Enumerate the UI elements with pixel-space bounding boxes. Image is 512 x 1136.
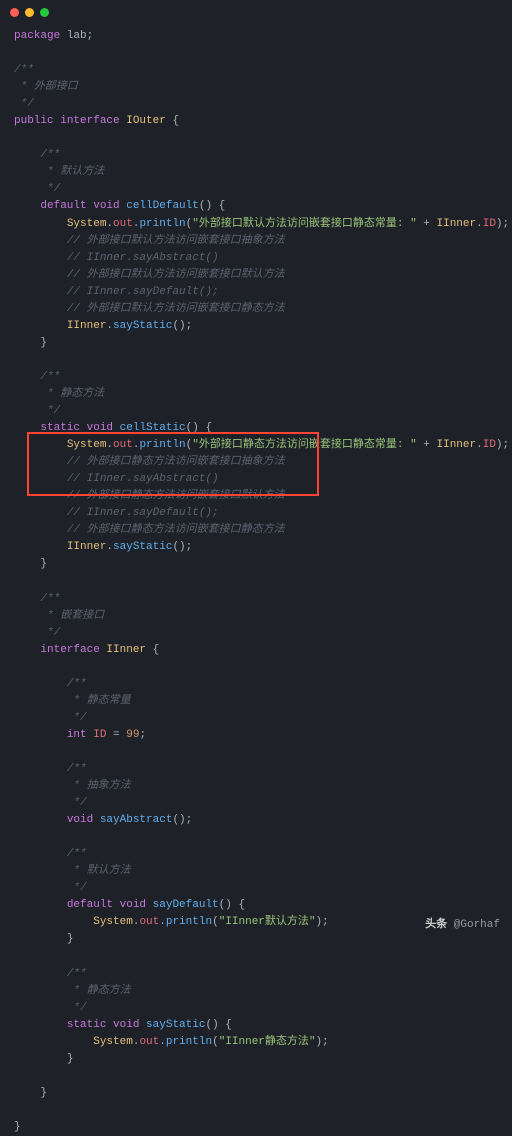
- code-token: IInner: [67, 320, 107, 332]
- code-comment: * 静态方法: [67, 985, 131, 997]
- code-token: static: [67, 1019, 113, 1031]
- code-token: System: [67, 439, 107, 451]
- code-comment: // IInner.sayDefault();: [67, 507, 219, 519]
- code-token: void: [93, 200, 126, 212]
- code-comment: // 外部接口静态方法访问嵌套接口抽象方法: [67, 456, 285, 468]
- code-comment: // 外部接口默认方法访问嵌套接口抽象方法: [67, 235, 285, 247]
- code-token: int: [67, 729, 93, 741]
- code-comment: * 默认方法: [40, 166, 104, 178]
- code-token: interface: [40, 644, 106, 656]
- code-comment: */: [67, 797, 87, 809]
- code-token: ;: [87, 30, 94, 42]
- code-token: public: [14, 115, 60, 127]
- code-token: }: [40, 558, 47, 570]
- code-comment: */: [40, 405, 60, 417]
- code-token: default: [40, 200, 93, 212]
- code-comment: /**: [40, 371, 60, 383]
- code-comment: */: [14, 98, 34, 110]
- code-token: void: [67, 814, 100, 826]
- code-token: IInner: [67, 541, 107, 553]
- code-comment: /**: [40, 149, 60, 161]
- code-token: }: [40, 1087, 47, 1099]
- watermark: 头条 @Gorhaf: [425, 917, 500, 934]
- watermark-prefix: 头条: [425, 919, 454, 931]
- code-token: interface: [60, 115, 126, 127]
- code-comment: // 外部接口静态方法访问嵌套接口静态方法: [67, 524, 285, 536]
- code-comment: /**: [40, 593, 60, 605]
- code-comment: * 外部接口: [14, 81, 78, 93]
- code-token: default: [67, 899, 120, 911]
- code-token: IOuter: [126, 115, 166, 127]
- code-comment: // IInner.sayAbstract(): [67, 473, 219, 485]
- code-comment: /**: [67, 968, 87, 980]
- code-area[interactable]: package lab; /** * 外部接口 */ public interf…: [0, 24, 512, 1136]
- code-comment: * 抽象方法: [67, 780, 131, 792]
- code-token: {: [166, 115, 179, 127]
- code-comment: */: [67, 712, 87, 724]
- code-token: }: [67, 933, 74, 945]
- code-comment: * 静态方法: [40, 388, 104, 400]
- editor-window: package lab; /** * 外部接口 */ public interf…: [0, 0, 512, 940]
- code-comment: * 静态常量: [67, 695, 131, 707]
- code-token: lab: [60, 30, 86, 42]
- code-comment: */: [40, 627, 60, 639]
- code-comment: // 外部接口默认方法访问嵌套接口默认方法: [67, 269, 285, 281]
- code-comment: /**: [67, 763, 87, 775]
- code-comment: /**: [14, 64, 34, 76]
- code-comment: /**: [67, 848, 87, 860]
- code-comment: // 外部接口静态方法访问嵌套接口默认方法: [67, 490, 285, 502]
- code-token: }: [67, 1053, 74, 1065]
- code-comment: // IInner.sayDefault();: [67, 286, 219, 298]
- code-comment: * 默认方法: [67, 865, 131, 877]
- code-comment: * 嵌套接口: [40, 610, 104, 622]
- code-token: cellDefault: [126, 200, 199, 212]
- code-token: System: [67, 218, 107, 230]
- code-token: static: [40, 422, 86, 434]
- code-comment: // 外部接口默认方法访问嵌套接口静态方法: [67, 303, 285, 315]
- code-token: () {: [199, 200, 225, 212]
- code-token: }: [14, 1121, 21, 1133]
- titlebar: [0, 0, 512, 24]
- code-comment: */: [67, 1002, 87, 1014]
- maximize-icon[interactable]: [40, 8, 49, 17]
- watermark-author: @Gorhaf: [454, 919, 500, 931]
- close-icon[interactable]: [10, 8, 19, 17]
- code-token: }: [40, 337, 47, 349]
- code-comment: /**: [67, 678, 87, 690]
- code-comment: */: [67, 882, 87, 894]
- minimize-icon[interactable]: [25, 8, 34, 17]
- code-comment: // IInner.sayAbstract(): [67, 252, 219, 264]
- code-token: package: [14, 30, 60, 42]
- code-comment: */: [40, 183, 60, 195]
